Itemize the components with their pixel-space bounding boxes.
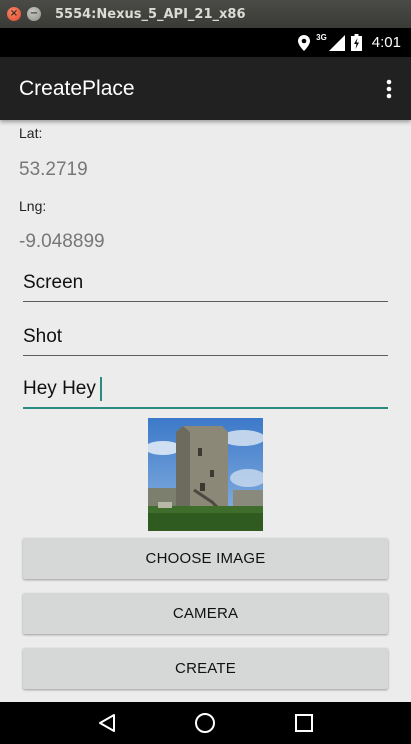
recents-icon[interactable] <box>284 703 324 743</box>
back-icon[interactable] <box>87 703 127 743</box>
subtitle-field[interactable] <box>23 318 388 356</box>
choose-image-button[interactable]: CHOOSE IMAGE <box>23 538 388 579</box>
castle-photo <box>148 418 263 531</box>
battery-icon <box>350 34 362 51</box>
status-clock: 4:01 <box>371 34 401 51</box>
status-bar: 3G 4:01 <box>0 28 411 57</box>
navigation-bar <box>0 702 411 744</box>
lng-label: Lng: <box>19 198 47 214</box>
lat-label: Lat: <box>19 125 43 141</box>
lat-value: 53.2719 <box>19 159 88 180</box>
location-icon <box>298 34 311 51</box>
emulator-titlebar: × − 5554:Nexus_5_API_21_x86 <box>0 0 411 28</box>
description-field[interactable] <box>23 371 388 409</box>
signal-icon <box>328 34 345 51</box>
app-title: CreatePlace <box>19 76 135 100</box>
title-field[interactable] <box>23 264 388 302</box>
text-cursor <box>100 377 102 401</box>
window-title: 5554:Nexus_5_API_21_x86 <box>55 6 246 22</box>
network-type-label: 3G <box>316 33 327 42</box>
window-close-button[interactable]: × <box>7 7 21 21</box>
lng-value: -9.048899 <box>19 231 105 252</box>
home-icon[interactable] <box>185 703 225 743</box>
create-button[interactable]: CREATE <box>23 648 388 689</box>
camera-button[interactable]: CAMERA <box>23 593 388 634</box>
more-vert-icon[interactable] <box>367 57 411 120</box>
app-bar: CreatePlace <box>0 57 411 120</box>
window-minimize-button[interactable]: − <box>27 7 41 21</box>
